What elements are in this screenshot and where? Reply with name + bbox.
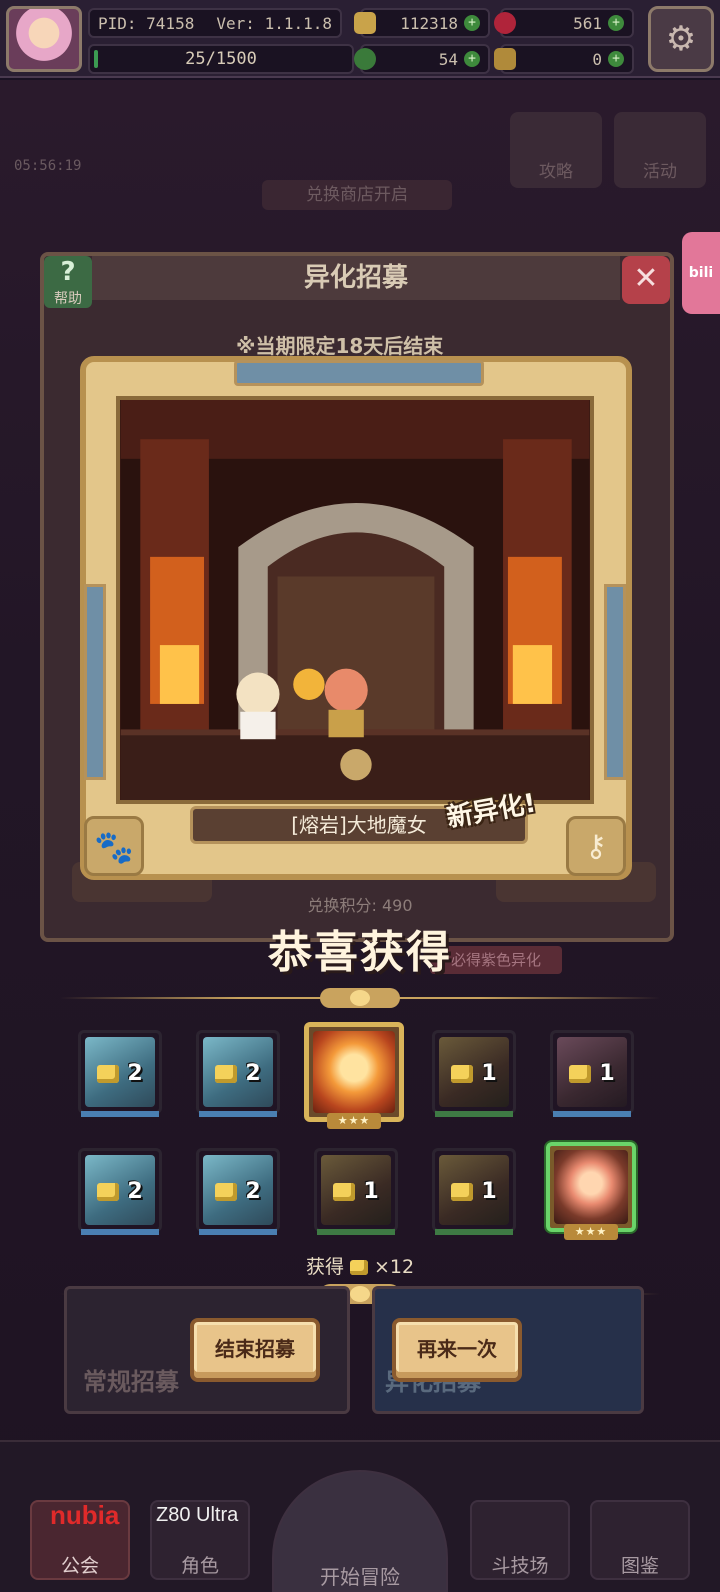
shard-icon [333, 1183, 356, 1201]
reward-count: 2 [127, 1061, 143, 1086]
nav-role-label: 角色 [180, 1555, 219, 1577]
reward-slot[interactable]: 1 [432, 1030, 516, 1117]
gold-counter: 112318 + [354, 8, 490, 38]
reward-slot[interactable]: 2 [78, 1148, 162, 1235]
add-key-button[interactable]: + [608, 51, 624, 67]
player-info-bar: PID: 74158 Ver: 1.1.1.8 [88, 8, 342, 38]
clover-icon [354, 48, 376, 70]
help-button[interactable]: ? 帮助 [44, 256, 92, 308]
exchange-shop-open-label: 兑换商店开启 [262, 180, 452, 210]
clover-counter: 54 + [354, 44, 490, 74]
obtained-count: ×12 [373, 1256, 415, 1278]
reward-slot[interactable]: 1 [314, 1148, 398, 1235]
add-clover-button[interactable]: + [464, 51, 480, 67]
lava-dungeon-illustration [120, 400, 590, 800]
exchange-points: 兑换积分: 490 [307, 896, 413, 915]
top-divider [0, 988, 720, 1008]
clover-value: 54 [438, 49, 458, 69]
recruit-again-button[interactable]: 再来一次 [392, 1318, 522, 1382]
reward-slot[interactable]: 2 [78, 1030, 162, 1117]
paw-icon: 🐾 [84, 816, 144, 876]
normal-recruit-label: 常规招募 [83, 1368, 179, 1396]
shard-icon [569, 1065, 592, 1083]
settings-button[interactable]: ⚙ [648, 6, 714, 72]
reward-slot[interactable]: 2 [196, 1030, 280, 1117]
top-hud: PID: 74158 Ver: 1.1.1.8 25/1500 112318 +… [0, 0, 720, 78]
device-watermark-model: Z80 Ultra [156, 1504, 239, 1526]
key-value: 0 [592, 49, 602, 69]
player-id: PID: 74158 [98, 13, 195, 33]
rarity-stars: ★★★ [564, 1224, 618, 1240]
guide-label: 攻略 [539, 162, 573, 182]
end-recruit-button[interactable]: 结束招募 [190, 1318, 320, 1382]
gold-value: 112318 [400, 13, 458, 33]
shard-icon [97, 1183, 120, 1201]
shard-icon [451, 1065, 474, 1083]
reward-count: 2 [245, 1061, 261, 1086]
reward-slot[interactable]: 2 [196, 1148, 280, 1235]
bilibili-tab[interactable]: bili [682, 232, 720, 314]
event-button[interactable]: 活动 [614, 112, 706, 188]
reward-count: 1 [481, 1061, 497, 1086]
exp-bar: 25/1500 [88, 44, 354, 74]
nav-codex[interactable]: 图鉴 [590, 1500, 690, 1580]
reward-slot[interactable]: 1 [432, 1148, 516, 1235]
shard-icon [215, 1065, 238, 1083]
help-label: 帮助 [54, 291, 82, 307]
reward-slot-selected[interactable]: ★★★ [546, 1142, 636, 1240]
card-top-tab [234, 360, 484, 386]
reward-slot-featured[interactable]: ★★★ [304, 1022, 404, 1129]
reward-count: 2 [245, 1179, 261, 1204]
device-watermark-brand: nubia [50, 1500, 120, 1530]
rarity-stars: ★★★ [327, 1113, 381, 1129]
nav-guild-label: 公会 [60, 1555, 99, 1577]
card-right-bar [604, 584, 626, 780]
key-icon: ⚷ [566, 816, 626, 876]
obtained-summary: 获得 ×12 [0, 1252, 720, 1279]
card-left-bar [84, 584, 106, 780]
reward-count: 2 [127, 1179, 143, 1204]
player-avatar[interactable] [6, 6, 82, 72]
add-gem-button[interactable]: + [608, 15, 624, 31]
coin-icon [354, 12, 376, 34]
reward-count: 1 [481, 1179, 497, 1204]
shard-icon [349, 1260, 368, 1275]
reward-slot[interactable]: 1 [550, 1030, 634, 1117]
close-icon: ✕ [633, 261, 659, 296]
guide-button[interactable]: 攻略 [510, 112, 602, 188]
limited-time-note: ※当期限定18天后结束 [236, 334, 444, 358]
gem-icon [494, 12, 516, 34]
add-gold-button[interactable]: + [464, 15, 480, 31]
obtained-label: 获得 [305, 1256, 344, 1278]
reward-count: 1 [363, 1179, 379, 1204]
shard-icon [97, 1065, 120, 1083]
event-timer: 05:56:19 [14, 158, 82, 174]
close-button[interactable]: ✕ [622, 256, 670, 304]
shard-icon [451, 1183, 474, 1201]
character-scene [116, 396, 594, 804]
shard-icon [215, 1183, 238, 1201]
gem-counter: 561 + [494, 8, 634, 38]
nav-arena[interactable]: 斗技场 [470, 1500, 570, 1580]
key-counter: 0 + [494, 44, 634, 74]
key-icon [494, 48, 516, 70]
reward-count: 1 [599, 1061, 615, 1086]
gem-value: 561 [573, 13, 602, 33]
panel-title: 异化招募 [92, 256, 620, 300]
congrats-title: 恭喜获得 [268, 927, 452, 978]
game-version: Ver: 1.1.1.8 [216, 13, 332, 33]
exp-text: 25/1500 [185, 49, 257, 69]
gear-icon: ⚙ [665, 19, 697, 59]
nav-start-label: 开始冒险 [320, 1565, 400, 1589]
event-label: 活动 [643, 162, 677, 182]
question-icon: ? [60, 257, 76, 287]
nav-arena-label: 斗技场 [491, 1555, 549, 1577]
nav-codex-label: 图鉴 [620, 1555, 659, 1577]
